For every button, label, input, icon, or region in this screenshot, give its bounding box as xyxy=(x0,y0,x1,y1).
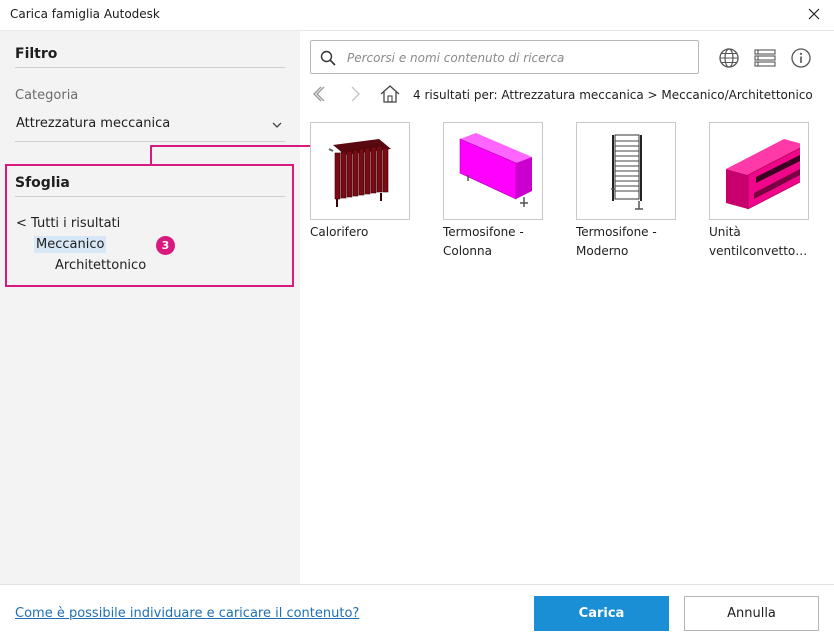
tree-item-meccanico[interactable]: Meccanico xyxy=(34,236,107,253)
title-bar: Carica famiglia Autodesk xyxy=(0,0,834,31)
search-input[interactable] xyxy=(345,47,689,69)
chevron-down-icon xyxy=(271,119,283,131)
filter-panel: Filtro Categoria Attrezzatura meccanica … xyxy=(0,31,300,584)
results-summary: 4 risultati per: Attrezzatura meccanica … xyxy=(413,88,813,102)
globe-icon[interactable] xyxy=(718,47,740,69)
family-name: Termosifone - Moderno xyxy=(576,225,657,258)
callout-line xyxy=(150,145,322,147)
filter-heading: Filtro xyxy=(15,46,58,62)
category-value: Attrezzatura meccanica xyxy=(16,116,171,131)
family-item[interactable]: Calorifero xyxy=(310,122,410,242)
family-thumbnail xyxy=(709,122,809,220)
family-thumbnail xyxy=(443,122,543,220)
family-name: Calorifero xyxy=(310,225,369,239)
window-title: Carica famiglia Autodesk xyxy=(10,7,160,21)
help-link[interactable]: Come è possibile individuare e caricare … xyxy=(15,606,359,621)
all-results-link[interactable]: < Tutti i risultati xyxy=(16,216,120,231)
category-dropdown[interactable]: Attrezzatura meccanica xyxy=(15,113,285,142)
family-name: Termosifone - Colonna xyxy=(443,225,524,258)
callout-line xyxy=(150,145,152,165)
family-item[interactable]: Termosifone - Colonna xyxy=(443,122,543,261)
forward-icon[interactable] xyxy=(345,84,365,104)
close-icon[interactable] xyxy=(804,4,824,24)
search-icon xyxy=(320,50,336,66)
tree-item-architettonico[interactable]: Architettonico xyxy=(55,258,146,273)
cancel-button[interactable]: Annulla xyxy=(684,596,819,631)
family-thumbnail xyxy=(576,122,676,220)
family-thumbnail xyxy=(310,122,410,220)
load-button[interactable]: Carica xyxy=(534,596,669,631)
divider xyxy=(15,196,285,197)
family-name: Unità ventilconvetto… xyxy=(709,225,808,258)
back-icon[interactable] xyxy=(309,84,329,104)
category-label: Categoria xyxy=(15,88,79,103)
info-icon[interactable] xyxy=(790,47,812,69)
dialog-footer: Come è possibile individuare e caricare … xyxy=(0,584,834,642)
family-item[interactable]: Termosifone - Moderno xyxy=(576,122,676,261)
home-icon[interactable] xyxy=(379,83,400,103)
family-item[interactable]: Unità ventilconvetto… xyxy=(709,122,809,261)
browse-heading: Sfoglia xyxy=(15,175,70,191)
list-view-icon[interactable] xyxy=(754,47,776,69)
search-box[interactable] xyxy=(310,40,699,74)
callout-badge: 3 xyxy=(156,236,175,255)
divider xyxy=(15,67,285,68)
